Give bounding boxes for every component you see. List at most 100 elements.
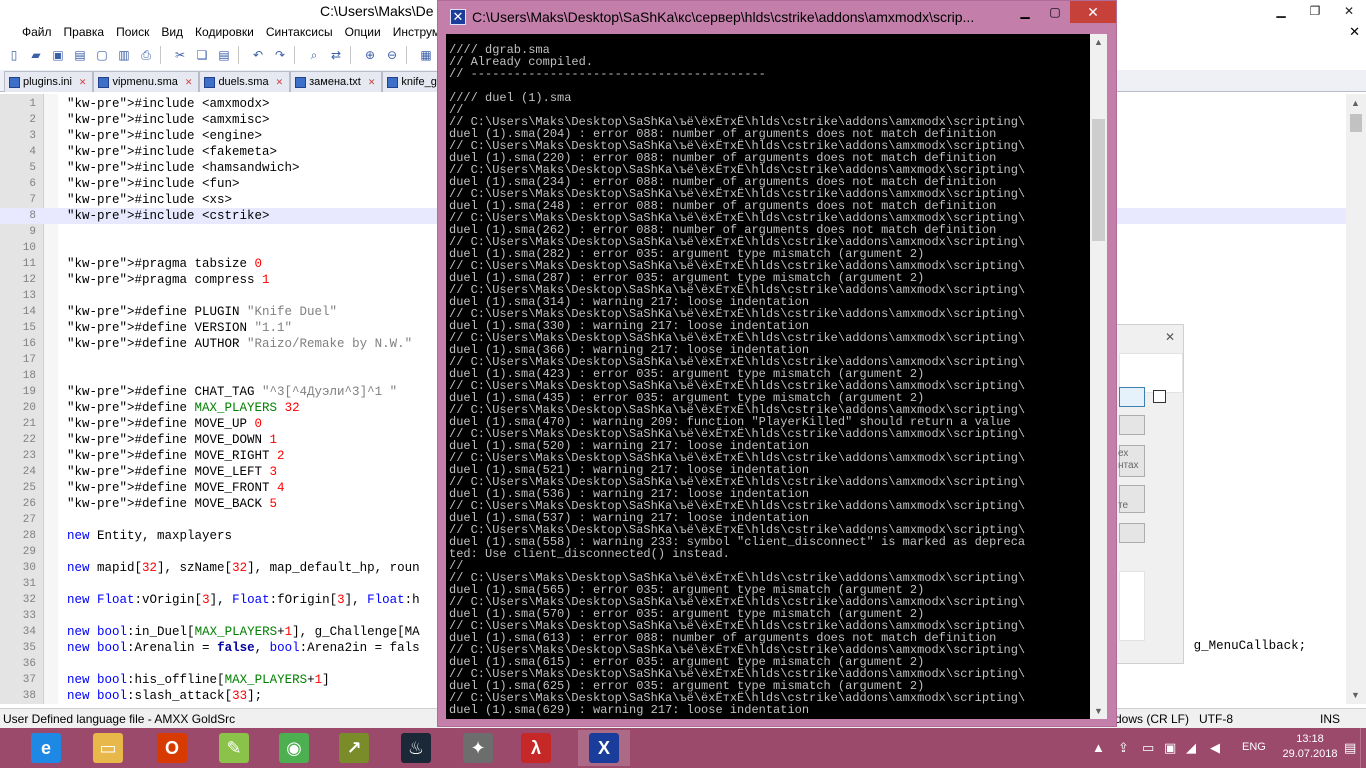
zoom-out-icon[interactable]: ⊖	[382, 45, 402, 65]
code-text: "kw-pre">#define MOVE_DOWN 1	[67, 433, 278, 447]
minimize-icon[interactable]: ▁	[1010, 1, 1040, 23]
restore-icon[interactable]: ❐	[1298, 0, 1332, 22]
line-number: 16	[22, 338, 36, 350]
scroll-thumb[interactable]	[1350, 114, 1362, 132]
code-text: "kw-pre">#include <engine>	[67, 129, 263, 143]
code-text: "kw-pre">#include <xs>	[67, 193, 233, 207]
clock-date[interactable]: 29.07.2018	[1280, 748, 1340, 760]
scroll-up-icon[interactable]: ▲	[1351, 98, 1360, 108]
scroll-up-icon[interactable]: ▲	[1094, 37, 1103, 47]
taskbar-notepad-plus-plus[interactable]: ✎	[208, 730, 260, 766]
console-scrollbar[interactable]: ▲ ▼	[1090, 34, 1107, 719]
show-desktop-button[interactable]	[1360, 728, 1366, 768]
tab-close-icon[interactable]: ✕	[185, 77, 193, 88]
tab-close-icon[interactable]: ✕	[79, 77, 87, 88]
new-file-icon[interactable]: ▯	[4, 45, 24, 65]
scroll-thumb[interactable]	[1092, 119, 1105, 241]
show-hidden-icons-icon[interactable]: ▲	[1092, 740, 1105, 755]
save-all-icon[interactable]: ▤	[70, 45, 90, 65]
paste-icon[interactable]: ▤	[214, 45, 234, 65]
find-icon[interactable]: ⌕	[304, 45, 324, 65]
line-number: 6	[29, 178, 36, 190]
input-language[interactable]: ENG	[1242, 741, 1266, 753]
undo-icon[interactable]: ↶	[248, 45, 268, 65]
menu-file[interactable]: Файл	[2, 25, 58, 39]
tab-label: замена.txt	[309, 76, 361, 88]
line-number: 38	[22, 690, 36, 702]
close-file-icon[interactable]: ▢	[92, 45, 112, 65]
save-icon[interactable]: ▣	[48, 45, 68, 65]
editor-vertical-scrollbar[interactable]: ▲ ▼	[1346, 94, 1366, 704]
line-number: 13	[22, 290, 36, 302]
cut-icon[interactable]: ✂	[170, 45, 190, 65]
chrome-icon: ◉	[279, 733, 309, 763]
taskbar-chrome[interactable]: ◉	[268, 730, 320, 766]
taskbar-app-chart[interactable]: ↗	[328, 730, 380, 766]
console-output[interactable]: //// dgrab.sma// Already compiled.// ---…	[446, 34, 1090, 719]
toolbar-separator	[406, 46, 412, 64]
close-all-icon[interactable]: ▥	[114, 45, 134, 65]
taskbar-office[interactable]: O	[146, 730, 198, 766]
code-text: "kw-pre">#define MAX_PLAYERS 32	[67, 401, 300, 415]
line-number: 20	[22, 402, 36, 414]
tab-plugins-ini[interactable]: plugins.ini ✕	[4, 71, 94, 92]
taskbar-counter-strike[interactable]: ✦	[452, 730, 504, 766]
tab-zamena-txt[interactable]: замена.txt ✕	[290, 71, 383, 92]
console-titlebar[interactable]: ✕ C:\Users\Maks\Desktop\SaShKa\кс\сервер…	[438, 1, 1116, 33]
taskbar-console-x[interactable]: X	[578, 730, 630, 766]
dialog-option-label: нтах	[1118, 460, 1139, 471]
network-share-icon[interactable]: ⇪	[1118, 740, 1129, 756]
battery-icon[interactable]: ▭	[1142, 740, 1154, 756]
copy-icon[interactable]: ❏	[192, 45, 212, 65]
line-number: 7	[29, 194, 36, 206]
minimize-icon[interactable]: ▁	[1264, 0, 1298, 22]
dialog-action-button[interactable]: те	[1118, 485, 1145, 513]
menu-edit[interactable]: Правка	[58, 25, 111, 39]
line-number: 36	[22, 658, 36, 670]
menu-options[interactable]: Опции	[339, 25, 387, 39]
line-number: 29	[22, 546, 36, 558]
notifications-icon[interactable]: ▤	[1344, 740, 1356, 756]
monitor-icon[interactable]: ▣	[1164, 740, 1176, 756]
dialog-button[interactable]	[1119, 415, 1145, 435]
dialog-option-button[interactable]: ех нтах	[1118, 445, 1145, 477]
dialog-button[interactable]	[1119, 523, 1145, 543]
sync-scroll-icon[interactable]: ▦	[416, 45, 436, 65]
code-text: "kw-pre">#define MOVE_UP 0	[67, 417, 263, 431]
dialog-checkbox[interactable]	[1153, 390, 1166, 403]
clock-time[interactable]: 13:18	[1280, 733, 1340, 745]
tab-vipmenu-sma[interactable]: vipmenu.sma ✕	[93, 71, 200, 92]
close-icon[interactable]: ✕	[1070, 1, 1116, 23]
scroll-down-icon[interactable]: ▼	[1351, 690, 1360, 700]
saved-file-icon	[98, 76, 110, 88]
volume-icon[interactable]: ◀	[1210, 740, 1220, 756]
dialog-input[interactable]	[1119, 387, 1145, 407]
scroll-down-icon[interactable]: ▼	[1094, 706, 1103, 716]
code-text: "kw-pre">#define MOVE_LEFT 3	[67, 465, 278, 479]
menu-view[interactable]: Вид	[155, 25, 189, 39]
menu-encoding[interactable]: Кодировки	[189, 25, 260, 39]
taskbar-internet-explorer[interactable]: e	[20, 730, 72, 766]
menu-close-icon[interactable]: ✕	[1349, 24, 1360, 40]
menu-search[interactable]: Поиск	[110, 25, 155, 39]
line-number: 26	[22, 498, 36, 510]
open-file-icon[interactable]: ▰	[26, 45, 46, 65]
taskbar-file-explorer[interactable]: ▭	[82, 730, 134, 766]
close-icon[interactable]: ✕	[1332, 0, 1366, 22]
tab-duels-sma[interactable]: duels.sma ✕	[199, 71, 291, 92]
background-dialog: ✕ ех нтах те	[1112, 324, 1184, 664]
menu-syntax[interactable]: Синтаксисы	[260, 25, 339, 39]
tab-close-icon[interactable]: ✕	[276, 77, 284, 88]
saved-file-icon	[295, 76, 307, 88]
tab-close-icon[interactable]: ✕	[368, 77, 376, 88]
replace-icon[interactable]: ⇄	[326, 45, 346, 65]
print-icon[interactable]: ⎙	[136, 45, 156, 65]
wifi-icon[interactable]: ◢	[1186, 740, 1196, 756]
zoom-in-icon[interactable]: ⊕	[360, 45, 380, 65]
redo-icon[interactable]: ↷	[270, 45, 290, 65]
maximize-icon[interactable]: ▢	[1040, 1, 1070, 23]
taskbar-steam[interactable]: ♨	[390, 730, 442, 766]
taskbar-half-life[interactable]: λ	[510, 730, 562, 766]
dialog-close-icon[interactable]: ✕	[1161, 329, 1179, 345]
code-text: new mapid[32], szName[32], map_default_h…	[67, 561, 420, 575]
